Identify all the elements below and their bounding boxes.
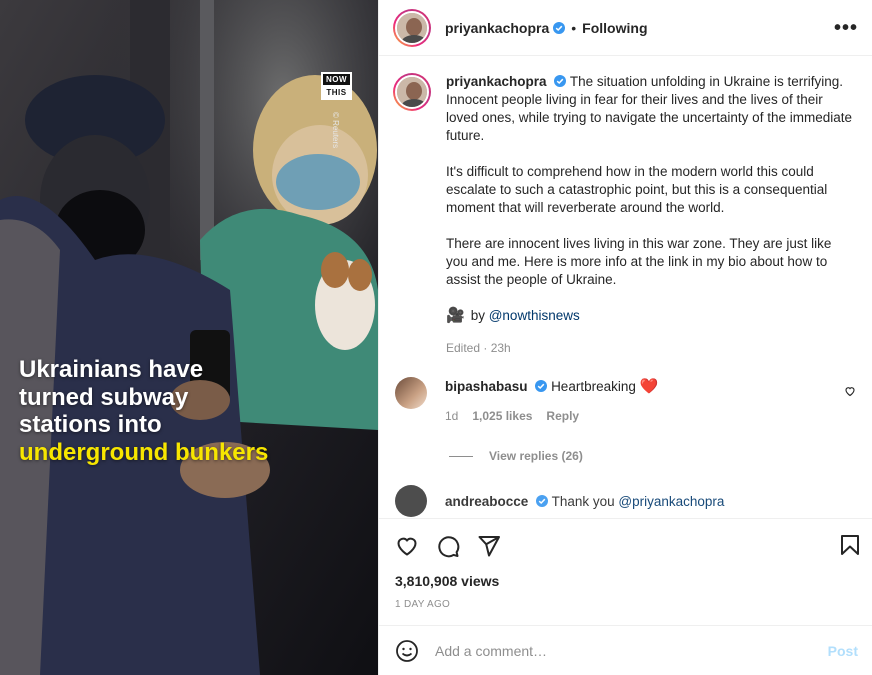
more-options-icon[interactable]: ••• — [834, 17, 858, 40]
verified-badge-icon — [535, 380, 548, 392]
post-comment-button[interactable]: Post — [828, 643, 858, 659]
replies-divider — [449, 455, 473, 457]
caption-avatar[interactable] — [393, 73, 431, 111]
red-heart-icon: ❤️ — [639, 378, 659, 395]
caption-username[interactable]: priyankachopra — [446, 74, 547, 89]
video-headline: Ukrainians have turned subway stations i… — [19, 356, 269, 466]
post-actions: 3,810,908 views 1 DAY AGO — [379, 518, 872, 610]
comment-text: Heartbreaking — [551, 379, 636, 394]
verified-badge-icon — [553, 21, 566, 34]
caption-text-3: There are innocent lives living in this … — [446, 236, 832, 287]
view-replies-button[interactable]: View replies (26) — [449, 449, 856, 463]
mention-link[interactable]: @priyankachopra — [618, 494, 724, 509]
verified-badge-icon — [554, 75, 567, 87]
caption-text-2: It's difficult to comprehend how in the … — [446, 164, 828, 215]
author-avatar[interactable] — [393, 8, 431, 47]
caption: priyankachopra The situation unfolding i… — [393, 73, 856, 357]
commenter-username[interactable]: andreabocce — [445, 494, 528, 509]
commenter-avatar[interactable] — [395, 377, 427, 409]
share-paper-plane-icon[interactable] — [477, 534, 501, 558]
video-frame — [0, 0, 378, 675]
post-panel: priyankachopra • Following ••• priyankac… — [378, 0, 872, 675]
nowthis-logo: NOW THIS — [321, 72, 352, 100]
edited-time: Edited · 23h — [446, 341, 511, 355]
emoji-smiley-icon[interactable] — [395, 639, 419, 663]
camera-icon: 🎥 — [446, 307, 465, 324]
reply-button[interactable]: Reply — [546, 409, 579, 423]
verified-badge-icon — [536, 494, 549, 507]
commenter-avatar[interactable] — [395, 485, 427, 517]
separator-dot: • — [571, 19, 577, 36]
like-heart-icon[interactable] — [395, 534, 419, 558]
commenter-username[interactable]: bipashabasu — [445, 379, 528, 394]
comment-item: andreabocce Thank you @priyankachopra — [393, 485, 856, 517]
save-bookmark-icon[interactable] — [838, 533, 862, 557]
post-timestamp[interactable]: 1 DAY AGO — [395, 599, 858, 610]
reuters-credit: © Reuters — [331, 112, 340, 149]
nowthisnews-link[interactable]: @nowthisnews — [489, 307, 580, 325]
view-count[interactable]: 3,810,908 views — [395, 573, 858, 589]
comment-item: bipashabasu Heartbreaking ❤️ 1d 1,025 li… — [393, 377, 856, 423]
post-header: priyankachopra • Following ••• — [379, 0, 872, 56]
comment-text: Thank you — [551, 493, 615, 509]
comment-likes[interactable]: 1,025 likes — [472, 409, 532, 423]
comment-time: 1d — [445, 409, 459, 423]
comment-input[interactable] — [435, 642, 828, 659]
credit-line: 🎥 by @nowthisnews — [446, 307, 580, 325]
author-username[interactable]: priyankachopra — [445, 20, 549, 36]
following-button[interactable]: Following — [582, 20, 647, 36]
comments-scroll-area[interactable]: priyankachopra The situation unfolding i… — [379, 57, 872, 518]
comment-like-heart-icon[interactable] — [844, 385, 856, 397]
add-comment-bar: Post — [379, 625, 872, 675]
comment-bubble-icon[interactable] — [436, 534, 460, 558]
post-video[interactable]: NOW THIS © Reuters Ukrainians have turne… — [0, 0, 378, 675]
